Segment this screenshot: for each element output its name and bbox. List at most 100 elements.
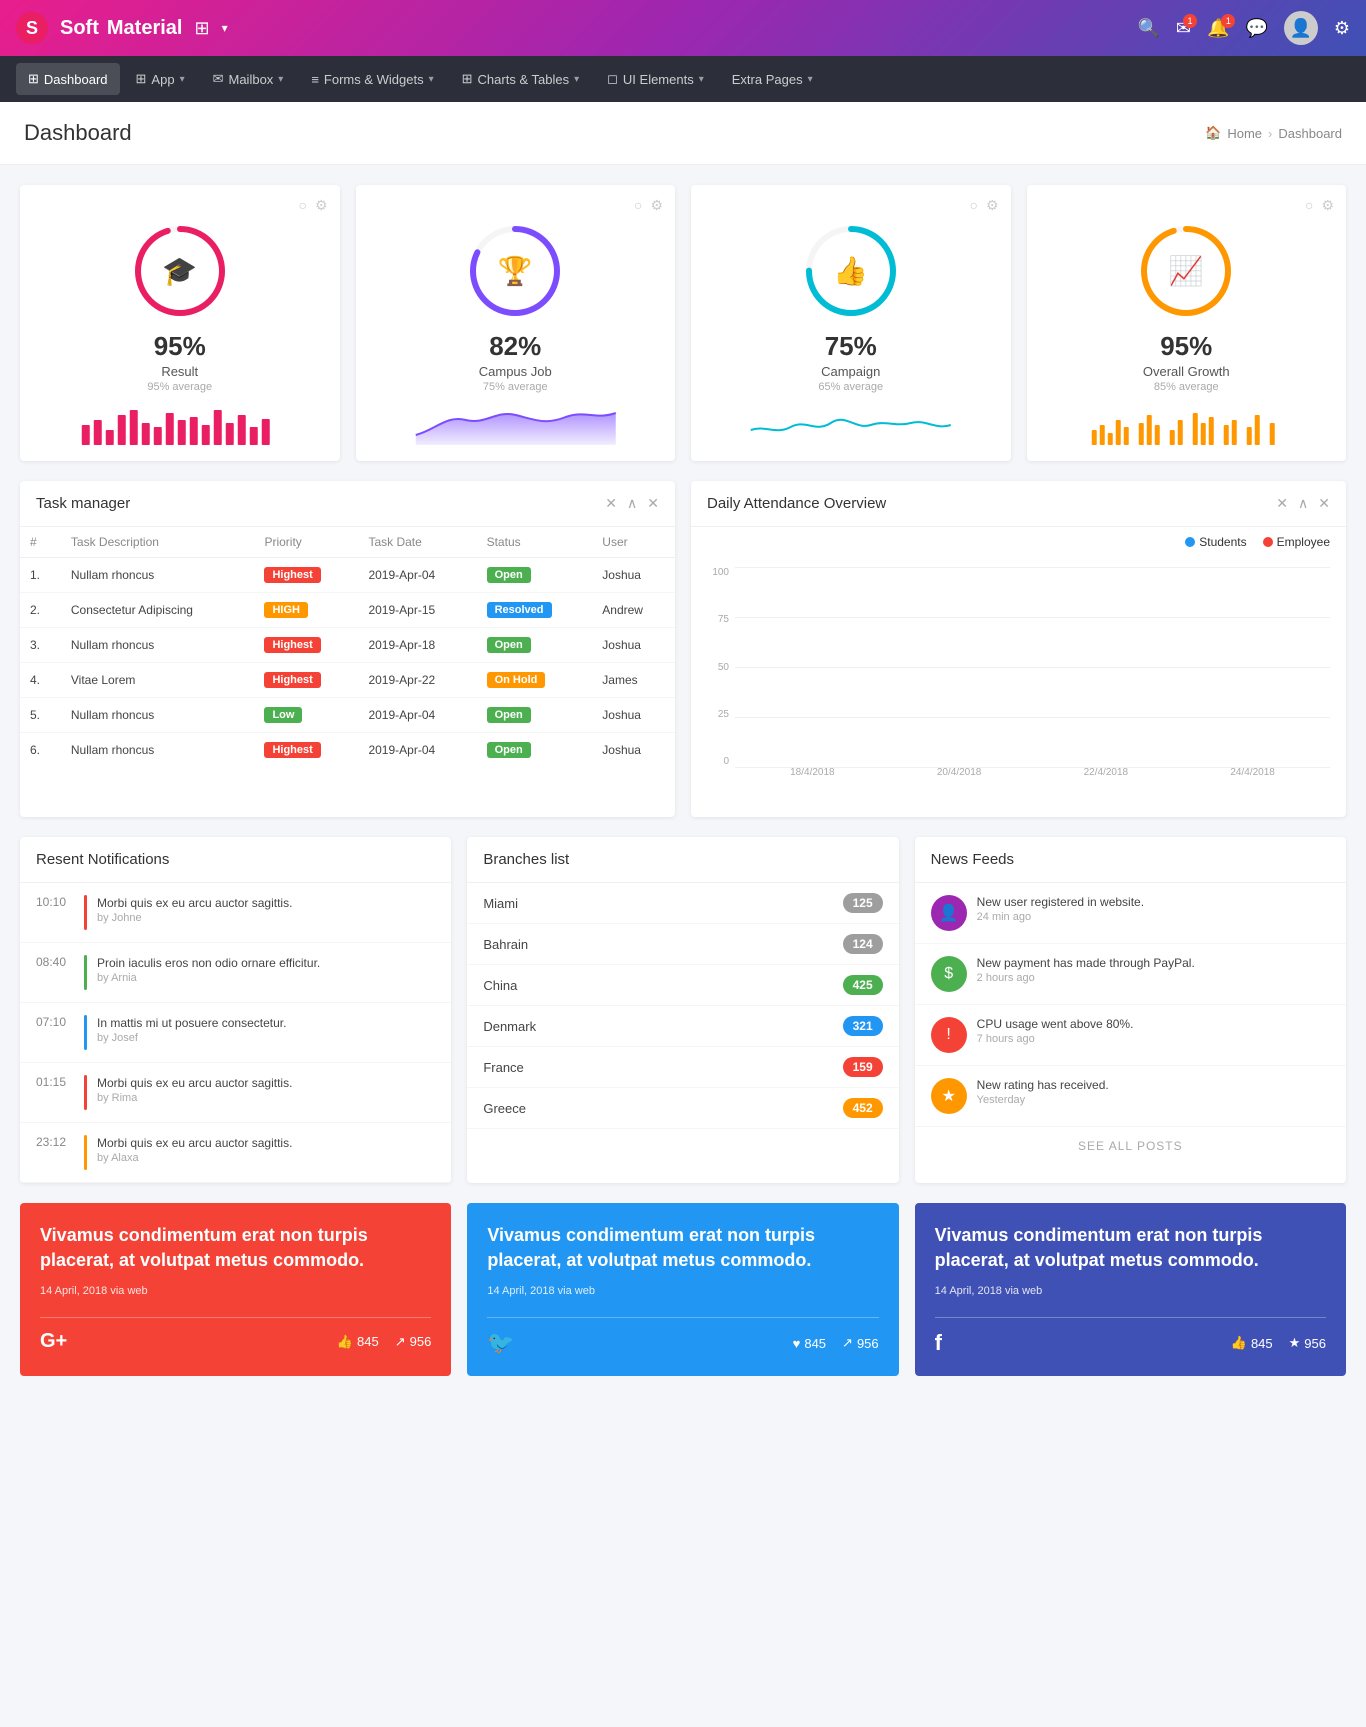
middle-section: Task manager ✕ ∧ ✕ # Task Description Pr… [20, 481, 1346, 817]
close-icon[interactable]: ✕ [1276, 495, 1288, 512]
cell-user: James [592, 663, 675, 698]
radio-icon[interactable]: ○ [1305, 197, 1313, 214]
radio-icon[interactable]: ○ [969, 197, 977, 214]
notif-time: 23:12 [36, 1135, 74, 1149]
home-icon: 🏠 [1205, 125, 1221, 141]
cell-user: Joshua [592, 628, 675, 663]
mini-chart-campus [372, 405, 660, 445]
menu-item-app[interactable]: ⊞ App ▾ [124, 63, 197, 95]
employee-dot [1263, 537, 1273, 547]
cell-priority: Highest [254, 733, 358, 768]
mailbox-icon: ✉ [213, 71, 224, 87]
news-time: 24 min ago [977, 911, 1144, 923]
menu-item-charts[interactable]: ⊞ Charts & Tables ▾ [450, 63, 591, 95]
stat-circle-campus: 🏆 [372, 221, 660, 321]
facebook-stats: 👍 845 ★ 956 [1231, 1335, 1326, 1351]
twitter-stats: ♥ 845 ↗ 956 [793, 1335, 879, 1351]
menu-item-extra[interactable]: Extra Pages ▾ [720, 64, 825, 95]
news-icon: ★ [931, 1078, 967, 1114]
cell-user: Joshua [592, 698, 675, 733]
mail-icon[interactable]: ✉ 1 [1176, 18, 1191, 39]
news-feeds-panel: News Feeds 👤 New user registered in webs… [915, 837, 1346, 1183]
search-icon[interactable]: 🔍 [1138, 18, 1160, 39]
table-row: 4. Vitae Lorem Highest 2019-Apr-22 On Ho… [20, 663, 675, 698]
see-all-button[interactable]: SEE ALL POSTS [915, 1127, 1346, 1165]
attendance-chart-area: 100 75 50 25 0 [691, 557, 1346, 817]
menu-label-mailbox: Mailbox [229, 72, 274, 87]
gear-icon[interactable]: ⚙ [315, 197, 328, 214]
news-text: New rating has received. [977, 1078, 1109, 1092]
status-badge: On Hold [487, 672, 546, 688]
avatar[interactable]: 👤 [1284, 11, 1318, 45]
cell-desc: Nullam rhoncus [61, 733, 255, 768]
x-label: 18/4/2018 [739, 767, 886, 787]
notif-time: 01:15 [36, 1075, 74, 1089]
close-icon[interactable]: ✕ [605, 495, 617, 512]
expand-icon[interactable]: ∧ [1298, 495, 1308, 512]
star-icon: ★ [1289, 1335, 1301, 1351]
brand-soft: Soft [60, 17, 99, 40]
status-badge: Open [487, 637, 531, 653]
table-row: 1. Nullam rhoncus Highest 2019-Apr-04 Op… [20, 558, 675, 593]
menu-item-forms[interactable]: ≡ Forms & Widgets ▾ [299, 64, 445, 95]
likes-count: 845 [804, 1336, 826, 1351]
task-manager-panel: Task manager ✕ ∧ ✕ # Task Description Pr… [20, 481, 675, 817]
breadcrumb-current: Dashboard [1278, 126, 1342, 141]
legend-employee-label: Employee [1277, 535, 1330, 549]
notif-author: by Johne [97, 912, 292, 924]
notif-bar [84, 1075, 87, 1110]
chat-icon[interactable]: 💬 [1245, 18, 1267, 39]
notif-author: by Arnia [97, 972, 320, 984]
notifications-title: Resent Notifications [36, 851, 169, 868]
stat-circle-growth: 📈 [1043, 221, 1331, 321]
cell-user: Andrew [592, 593, 675, 628]
thumbsup-icon: 👍 [833, 255, 868, 288]
gear-icon[interactable]: ⚙ [1334, 18, 1350, 39]
attendance-header: Daily Attendance Overview ✕ ∧ ✕ [691, 481, 1346, 527]
attendance-panel: Daily Attendance Overview ✕ ∧ ✕ Students… [691, 481, 1346, 817]
news-feeds-title: News Feeds [931, 851, 1014, 868]
notif-content: Morbi quis ex eu arcu auctor sagittis. b… [97, 895, 292, 924]
social-meta-twitter: 14 April, 2018 via web [487, 1285, 878, 1297]
gear-icon[interactable]: ⚙ [986, 197, 999, 214]
branch-count: 452 [843, 1098, 883, 1118]
expand-icon[interactable]: ∧ [627, 495, 637, 512]
cell-user: Joshua [592, 733, 675, 768]
gear-icon[interactable]: ⚙ [650, 197, 663, 214]
x-label: 24/4/2018 [1179, 767, 1326, 787]
chevron-down-icon: ▾ [574, 74, 579, 85]
collapse-icon[interactable]: ✕ [1318, 495, 1330, 512]
y-label-100: 100 [707, 567, 729, 578]
chevron-down-icon[interactable]: ▾ [222, 21, 228, 35]
gear-icon[interactable]: ⚙ [1321, 197, 1334, 214]
shares-count: 956 [1304, 1336, 1326, 1351]
like-icon: 👍 [1231, 1335, 1247, 1351]
bell-icon[interactable]: 🔔 1 [1207, 18, 1229, 39]
breadcrumb-home[interactable]: Home [1227, 126, 1262, 141]
radio-icon[interactable]: ○ [634, 197, 642, 214]
radio-icon[interactable]: ○ [298, 197, 306, 214]
menu-item-ui[interactable]: ◻ UI Elements ▾ [595, 63, 716, 95]
facebook-icon: f [935, 1330, 942, 1356]
menu-item-dashboard[interactable]: ⊞ Dashboard [16, 63, 120, 95]
notifications-header: Resent Notifications [20, 837, 451, 883]
card-controls-result: ○ ⚙ [298, 197, 327, 214]
likes-count: 845 [357, 1334, 379, 1349]
collapse-icon[interactable]: ✕ [647, 495, 659, 512]
social-meta-google: 14 April, 2018 via web [40, 1285, 431, 1297]
notif-text: Proin iaculis eros non odio ornare effic… [97, 955, 320, 972]
cell-date: 2019-Apr-04 [358, 558, 476, 593]
news-time: 7 hours ago [977, 1033, 1134, 1045]
menu-item-mailbox[interactable]: ✉ Mailbox ▾ [201, 63, 296, 95]
social-footer-facebook: f 👍 845 ★ 956 [935, 1317, 1326, 1356]
y-label-75: 75 [707, 614, 729, 625]
grid-icon[interactable]: ⊞ [194, 18, 209, 39]
stat-percent-campus: 82% [372, 331, 660, 362]
x-axis-labels: 18/4/201820/4/201822/4/201824/4/2018 [735, 767, 1330, 787]
branch-name: Denmark [483, 1019, 536, 1034]
branch-count: 321 [843, 1016, 883, 1036]
notif-bar [84, 955, 87, 990]
google-icon: G+ [40, 1330, 67, 1353]
google-likes: 👍 845 [337, 1334, 379, 1350]
legend-students-label: Students [1199, 535, 1246, 549]
